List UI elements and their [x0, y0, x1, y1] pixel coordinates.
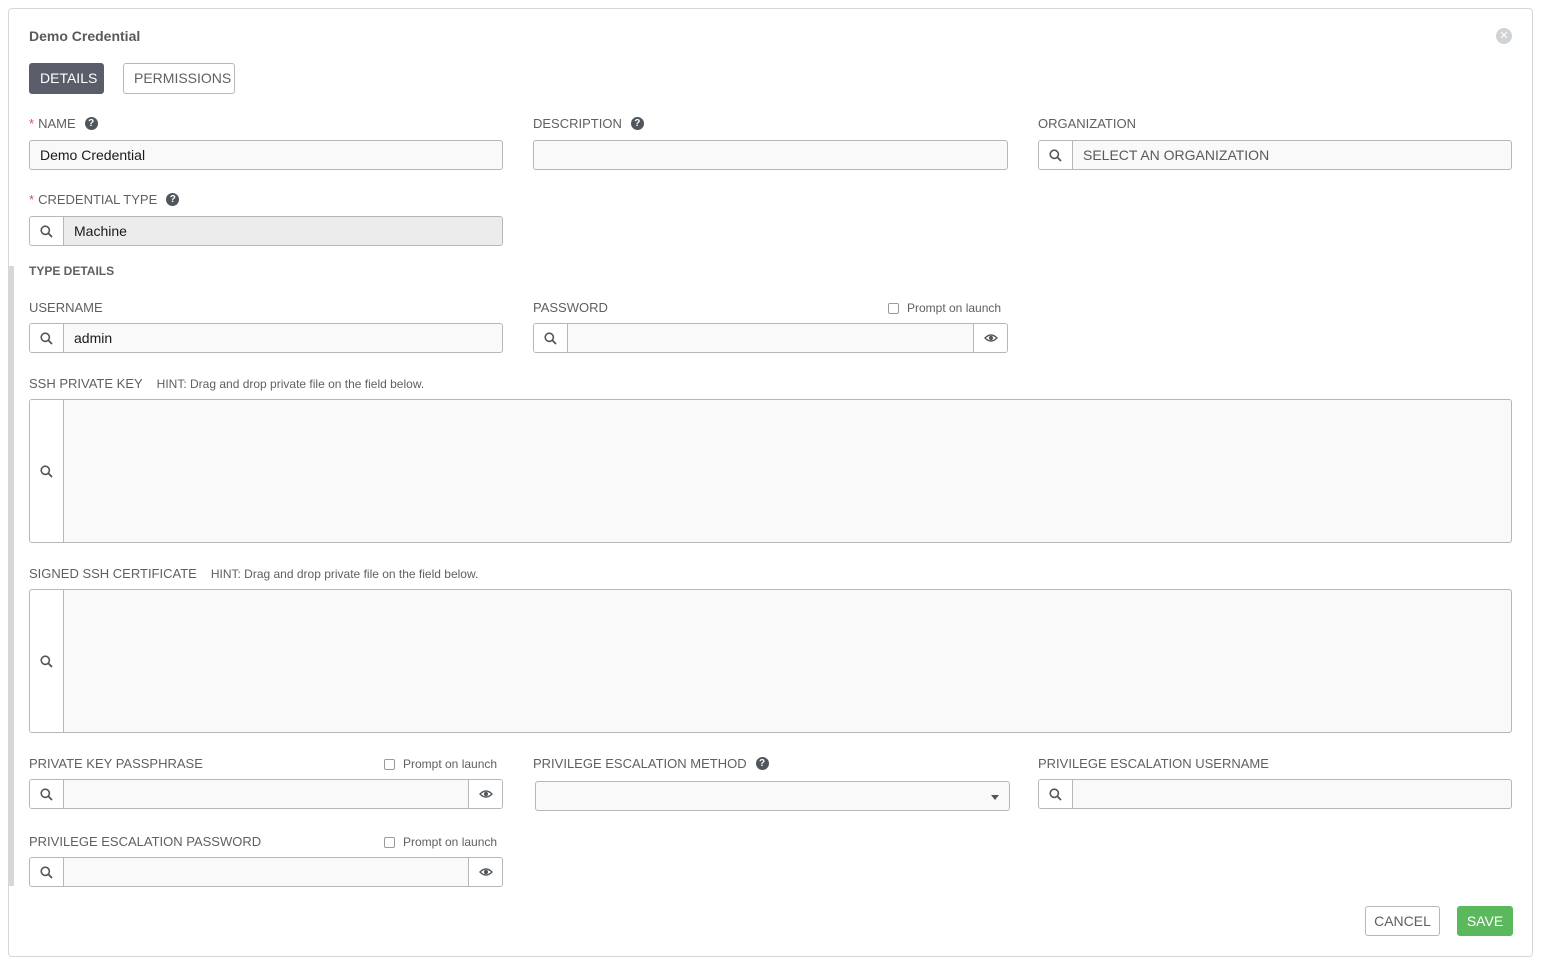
name-field: [29, 140, 503, 170]
ssh-cert-label: SIGNED SSH CERTIFICATE HINT: Drag and dr…: [29, 566, 478, 581]
ssh-key-label: SSH PRIVATE KEY HINT: Drag and drop priv…: [29, 376, 424, 391]
key-passphrase-label: PRIVATE KEY PASSPHRASE: [29, 756, 203, 771]
organization-input[interactable]: [1073, 141, 1511, 169]
username-label-text: USERNAME: [29, 300, 103, 315]
username-input[interactable]: [64, 324, 502, 352]
password-prompt-checkbox[interactable]: [888, 302, 899, 314]
password-prompt[interactable]: Prompt on launch: [888, 301, 1001, 315]
organization-label: ORGANIZATION: [1038, 116, 1136, 131]
name-label-text: NAME: [38, 116, 76, 131]
escalation-username-label-text: PRIVILEGE ESCALATION USERNAME: [1038, 756, 1269, 771]
eye-icon[interactable]: [468, 780, 502, 808]
ssh-key-field: [29, 399, 1512, 543]
escalation-password-label-text: PRIVILEGE ESCALATION PASSWORD: [29, 834, 262, 849]
description-label: DESCRIPTION ?: [533, 116, 644, 131]
ssh-cert-field: [29, 589, 1512, 733]
required-marker: *: [29, 192, 35, 207]
ssh-cert-label-text: SIGNED SSH CERTIFICATE: [29, 566, 197, 581]
ssh-key-label-text: SSH PRIVATE KEY: [29, 376, 143, 391]
question-circle-icon[interactable]: ?: [630, 117, 644, 130]
cancel-button[interactable]: CANCEL: [1365, 906, 1440, 936]
escalation-password-prompt[interactable]: Prompt on launch: [384, 835, 497, 849]
search-icon[interactable]: [30, 400, 64, 542]
key-passphrase-field: [29, 779, 503, 809]
escalation-method-label-text: PRIVILEGE ESCALATION METHOD: [533, 756, 747, 771]
search-icon[interactable]: [1039, 141, 1073, 169]
save-button[interactable]: SAVE: [1457, 906, 1513, 936]
credential-type-label: * CREDENTIAL TYPE ?: [29, 192, 180, 207]
description-field: [533, 140, 1008, 170]
credential-type-label-text: CREDENTIAL TYPE: [38, 192, 158, 207]
search-icon[interactable]: [1039, 780, 1073, 808]
search-icon[interactable]: [30, 858, 64, 886]
description-input[interactable]: [534, 141, 1007, 169]
type-details-heading: TYPE DETAILS: [29, 264, 115, 278]
username-label: USERNAME: [29, 300, 103, 315]
description-label-text: DESCRIPTION: [533, 116, 622, 131]
key-passphrase-prompt-checkbox[interactable]: [384, 758, 395, 770]
eye-icon[interactable]: [973, 324, 1007, 352]
name-input[interactable]: [30, 141, 502, 169]
password-label: PASSWORD: [533, 300, 608, 315]
ssh-key-textarea[interactable]: [64, 400, 1511, 542]
eye-icon[interactable]: [468, 858, 502, 886]
password-label-text: PASSWORD: [533, 300, 608, 315]
search-icon[interactable]: [30, 780, 64, 808]
search-icon[interactable]: [30, 217, 64, 245]
key-passphrase-prompt-label: Prompt on launch: [403, 757, 498, 771]
name-label: * NAME ?: [29, 116, 98, 131]
credential-type-field: [29, 216, 503, 246]
escalation-method-select[interactable]: [535, 781, 1010, 811]
credential-panel: Demo Credential ✕ DETAILS PERMISSIONS * …: [8, 8, 1533, 957]
question-circle-icon[interactable]: ?: [84, 117, 98, 130]
organization-label-text: ORGANIZATION: [1038, 116, 1136, 131]
escalation-password-label: PRIVILEGE ESCALATION PASSWORD: [29, 834, 261, 849]
search-icon[interactable]: [30, 324, 64, 352]
tab-details[interactable]: DETAILS: [29, 63, 104, 94]
key-passphrase-input[interactable]: [64, 780, 468, 808]
credential-type-input[interactable]: [64, 217, 502, 245]
question-circle-icon[interactable]: ?: [755, 757, 769, 770]
key-passphrase-label-text: PRIVATE KEY PASSPHRASE: [29, 756, 203, 771]
organization-field: [1038, 140, 1512, 170]
ssh-key-hint: HINT: Drag and drop private file on the …: [156, 376, 425, 391]
search-icon[interactable]: [534, 324, 568, 352]
escalation-method-label: PRIVILEGE ESCALATION METHOD ?: [533, 756, 769, 771]
ssh-cert-textarea[interactable]: [64, 590, 1511, 732]
tab-permissions[interactable]: PERMISSIONS: [123, 63, 235, 94]
caret-down-icon: [991, 795, 999, 800]
escalation-username-label: PRIVILEGE ESCALATION USERNAME: [1038, 756, 1269, 771]
escalation-username-input[interactable]: [1073, 780, 1511, 808]
search-icon[interactable]: [30, 590, 64, 732]
escalation-password-prompt-label: Prompt on launch: [403, 835, 498, 849]
close-icon[interactable]: ✕: [1496, 28, 1512, 44]
section-indicator-bar: [9, 266, 14, 886]
required-marker: *: [29, 116, 35, 131]
escalation-password-input[interactable]: [64, 858, 468, 886]
escalation-username-field: [1038, 779, 1512, 809]
question-circle-icon[interactable]: ?: [166, 193, 180, 206]
password-prompt-label: Prompt on launch: [907, 301, 1002, 315]
password-input[interactable]: [568, 324, 973, 352]
key-passphrase-prompt[interactable]: Prompt on launch: [384, 757, 497, 771]
escalation-password-prompt-checkbox[interactable]: [384, 836, 395, 848]
password-field: [533, 323, 1008, 353]
escalation-password-field: [29, 857, 503, 887]
page-title: Demo Credential: [29, 28, 141, 44]
ssh-cert-hint: HINT: Drag and drop private file on the …: [210, 566, 479, 581]
username-field: [29, 323, 503, 353]
